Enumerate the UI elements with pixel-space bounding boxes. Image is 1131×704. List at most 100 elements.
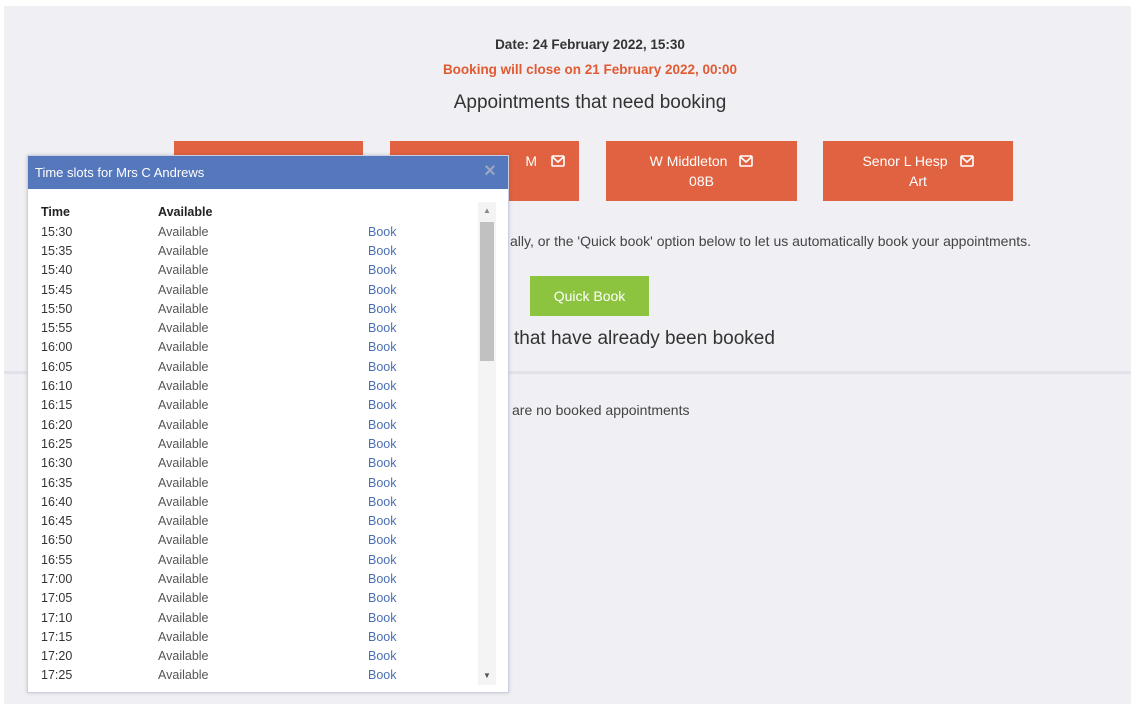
- book-slot-link[interactable]: Book: [368, 283, 448, 297]
- book-slot-link[interactable]: Book: [368, 437, 448, 451]
- modal-title: Time slots for Mrs C Andrews: [35, 165, 205, 180]
- book-slot-link[interactable]: Book: [368, 244, 448, 258]
- table-row: 17:20 Available Book: [28, 647, 478, 666]
- table-row: 16:10 Available Book: [28, 376, 478, 395]
- slot-time: 15:30: [41, 224, 73, 239]
- table-row: 16:30 Available Book: [28, 454, 478, 473]
- table-row: 15:35 Available Book: [28, 241, 478, 260]
- slot-status: Available: [158, 263, 209, 278]
- slot-status: Available: [158, 649, 209, 664]
- mail-icon[interactable]: [551, 155, 565, 167]
- table-row: 16:15 Available Book: [28, 396, 478, 415]
- book-slot-link[interactable]: Book: [368, 418, 448, 432]
- slot-time: 15:55: [41, 321, 73, 336]
- slot-status: Available: [158, 668, 209, 683]
- slot-status: Available: [158, 514, 209, 529]
- book-slot-link[interactable]: Book: [368, 379, 448, 393]
- appointments-need-booking-heading: Appointments that need booking: [453, 92, 727, 113]
- slot-status: Available: [158, 456, 209, 471]
- book-slot-link[interactable]: Book: [368, 225, 448, 239]
- book-slot-link[interactable]: Book: [368, 649, 448, 663]
- book-slot-link[interactable]: Book: [368, 340, 448, 354]
- slot-status: Available: [158, 243, 209, 258]
- table-row: 16:25 Available Book: [28, 434, 478, 453]
- slot-time: 16:10: [41, 379, 73, 394]
- evening-date: Date: 24 February 2022, 15:30: [495, 37, 685, 52]
- book-slot-link[interactable]: Book: [368, 456, 448, 470]
- book-slot-link[interactable]: Book: [368, 611, 448, 625]
- slot-time: 16:20: [41, 417, 73, 432]
- slot-time: 17:20: [41, 649, 73, 664]
- table-row: 16:00 Available Book: [28, 338, 478, 357]
- booked-appointments-heading: that have already been booked: [514, 328, 775, 349]
- scrollbar-thumb[interactable]: [480, 222, 494, 361]
- mail-icon[interactable]: [959, 155, 974, 167]
- mail-icon[interactable]: [739, 155, 754, 167]
- slot-status: Available: [158, 571, 209, 586]
- slot-list-scrollbar[interactable]: ▲ ▼: [478, 202, 496, 685]
- teacher-name: Senor L Hesp: [862, 153, 948, 169]
- book-slot-link[interactable]: Book: [368, 668, 448, 682]
- book-slot-link[interactable]: Book: [368, 572, 448, 586]
- table-row: 15:55 Available Book: [28, 318, 478, 337]
- table-row: 15:40 Available Book: [28, 261, 478, 280]
- slot-time: 15:45: [41, 282, 73, 297]
- slot-status: Available: [158, 282, 209, 297]
- time-column-header: Time: [41, 205, 70, 219]
- slot-status: Available: [158, 552, 209, 567]
- table-row: 16:45 Available Book: [28, 511, 478, 530]
- book-slot-link[interactable]: Book: [368, 360, 448, 374]
- slot-status: Available: [158, 224, 209, 239]
- close-icon[interactable]: ×: [480, 161, 500, 181]
- book-slot-link[interactable]: Book: [368, 302, 448, 316]
- book-slot-link[interactable]: Book: [368, 533, 448, 547]
- table-row: 16:05 Available Book: [28, 357, 478, 376]
- slot-status: Available: [158, 417, 209, 432]
- slot-time: 16:50: [41, 533, 73, 548]
- slot-status: Available: [158, 591, 209, 606]
- table-row: 17:25 Available Book: [28, 666, 478, 685]
- book-slot-link[interactable]: Book: [368, 263, 448, 277]
- book-slot-link[interactable]: Book: [368, 321, 448, 335]
- table-row: 16:20 Available Book: [28, 415, 478, 434]
- slot-time: 16:40: [41, 494, 73, 509]
- quick-book-button[interactable]: Quick Book: [530, 276, 649, 316]
- slot-status: Available: [158, 494, 209, 509]
- book-slot-link[interactable]: Book: [368, 591, 448, 605]
- modal-header: Time slots for Mrs C Andrews ×: [28, 156, 508, 189]
- slot-status: Available: [158, 340, 209, 355]
- table-row: 16:55 Available Book: [28, 550, 478, 569]
- booking-close-notice: Booking will close on 21 February 2022, …: [442, 62, 738, 77]
- table-row: 15:50 Available Book: [28, 299, 478, 318]
- slot-time: 17:10: [41, 610, 73, 625]
- slot-time: 16:45: [41, 514, 73, 529]
- slot-time: 15:50: [41, 301, 73, 316]
- scroll-up-arrow-icon[interactable]: ▲: [482, 206, 492, 216]
- book-slot-link[interactable]: Book: [368, 514, 448, 528]
- teacher-card-w-middleton[interactable]: W Middleton 08B: [606, 141, 797, 201]
- table-row: 16:50 Available Book: [28, 531, 478, 550]
- table-row: 17:10 Available Book: [28, 608, 478, 627]
- slot-time: 16:05: [41, 359, 73, 374]
- slot-status: Available: [158, 629, 209, 644]
- slot-time: 15:35: [41, 243, 73, 258]
- table-row: 17:15 Available Book: [28, 627, 478, 646]
- slot-list-header: Time Available: [28, 202, 478, 222]
- booking-instructions: ally, or the 'Quick book' option below t…: [510, 233, 1032, 249]
- slot-time: 15:40: [41, 263, 73, 278]
- teacher-sub: Art: [909, 173, 927, 189]
- book-slot-link[interactable]: Book: [368, 553, 448, 567]
- table-row: 17:00 Available Book: [28, 569, 478, 588]
- slot-status: Available: [158, 359, 209, 374]
- book-slot-link[interactable]: Book: [368, 495, 448, 509]
- book-slot-link[interactable]: Book: [368, 630, 448, 644]
- slot-time: 16:25: [41, 436, 73, 451]
- book-slot-link[interactable]: Book: [368, 398, 448, 412]
- slot-time: 17:25: [41, 668, 73, 683]
- teacher-card-senor-l-hesp[interactable]: Senor L Hesp Art: [823, 141, 1013, 201]
- no-booked-message: are no booked appointments: [512, 402, 690, 418]
- book-slot-link[interactable]: Book: [368, 476, 448, 490]
- scroll-down-arrow-icon[interactable]: ▼: [482, 671, 492, 681]
- slot-time: 16:15: [41, 398, 73, 413]
- table-row: 16:35 Available Book: [28, 473, 478, 492]
